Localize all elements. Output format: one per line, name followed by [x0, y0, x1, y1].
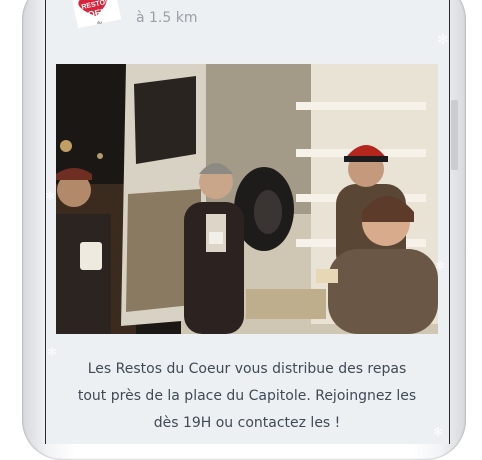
distance-label: à 1.5 km: [136, 10, 198, 26]
restos-du-coeur-logo[interactable]: RESTOS COEUR du: [73, 0, 121, 34]
description-line: Les Restos du Coeur vous distribue des r…: [87, 361, 407, 377]
description-line: tout près de la place du Capitole. Rejoi…: [77, 388, 417, 404]
description-line: dès 19H ou contactez les !: [153, 415, 341, 431]
phone-screen: RESTOS COEUR du à 1.5 km Les Restos du C…: [45, 0, 450, 444]
post-photo[interactable]: [56, 64, 438, 334]
phone-side-button: [451, 100, 458, 170]
post-description: Les Restos du Coeur vous distribue des r…: [66, 356, 428, 437]
post-header: RESTOS COEUR du à 1.5 km: [46, 0, 449, 48]
post-card[interactable]: RESTOS COEUR du à 1.5 km Les Restos du C…: [46, 0, 449, 444]
